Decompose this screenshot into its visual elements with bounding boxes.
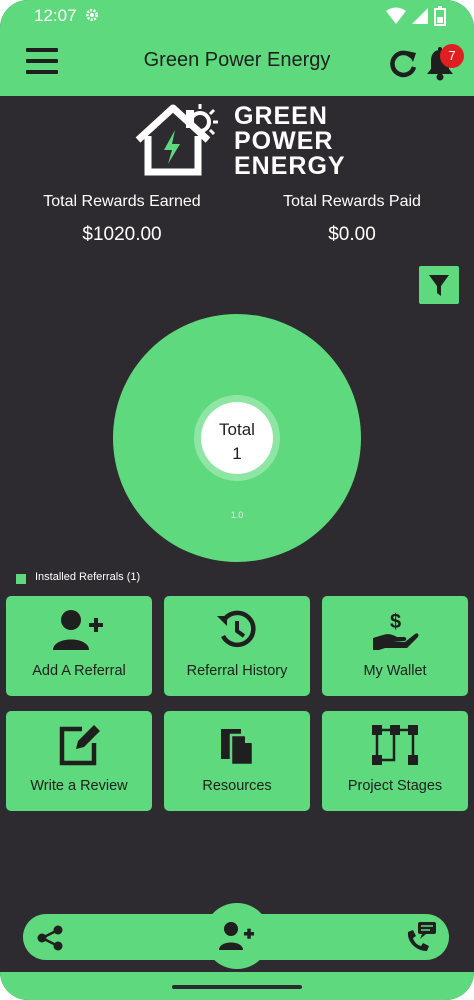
total-rewards-paid-label: Total Rewards Paid xyxy=(283,193,421,210)
tile-label: Project Stages xyxy=(347,778,443,794)
legend-label: Installed Referrals (1) xyxy=(35,571,141,583)
filter-icon xyxy=(429,275,449,296)
notification-badge: 7 xyxy=(440,44,464,68)
documents-icon xyxy=(221,729,255,767)
wifi-icon xyxy=(386,7,406,24)
status-icons xyxy=(386,6,446,26)
settings-gear-icon xyxy=(86,9,98,21)
total-rewards-earned-value: $1020.00 xyxy=(82,224,162,245)
add-user-icon xyxy=(219,922,254,950)
referral-history-tile[interactable]: Referral History xyxy=(164,596,310,696)
app-bar: Green Power Energy xyxy=(0,32,474,96)
add-referral-fab[interactable] xyxy=(204,903,270,969)
wallet-hand-icon: $ xyxy=(373,611,419,650)
tile-label: My Wallet xyxy=(363,663,427,679)
project-stages-tile[interactable]: Project Stages xyxy=(322,711,468,811)
share-icon[interactable] xyxy=(36,925,64,951)
history-icon xyxy=(217,610,256,648)
add-user-icon xyxy=(53,610,103,650)
status-bar: 12:07 xyxy=(0,0,474,32)
signal-icon xyxy=(412,8,428,24)
status-time: 12:07 xyxy=(34,6,77,25)
contact-support-icon[interactable] xyxy=(404,920,438,954)
logo-line-3: ENERGY xyxy=(234,152,346,180)
chart-slice-label: 1.0 xyxy=(230,510,244,520)
my-wallet-tile[interactable]: $ My Wallet xyxy=(322,596,468,696)
brand-logo-text: GREEN POWER ENERGY xyxy=(234,104,346,179)
tile-label: Add A Referral xyxy=(32,663,126,679)
add-referral-tile[interactable]: Add A Referral xyxy=(6,596,152,696)
battery-icon xyxy=(434,6,446,26)
home-gesture-pill[interactable] xyxy=(172,985,302,989)
refresh-icon[interactable] xyxy=(388,47,418,79)
write-review-tile[interactable]: Write a Review xyxy=(6,711,152,811)
tile-label: Referral History xyxy=(186,663,288,679)
logo-line-1: GREEN xyxy=(234,102,328,130)
project-stages-icon xyxy=(372,725,418,765)
tile-label: Resources xyxy=(202,778,272,794)
phone-screen: 12:07 Green Power Energy 7 GREEN POWER E… xyxy=(0,0,474,1000)
edit-icon xyxy=(59,725,100,766)
filter-button[interactable] xyxy=(419,266,459,304)
resources-tile[interactable]: Resources xyxy=(164,711,310,811)
chart-center-value: 1 xyxy=(232,444,242,463)
logo-line-2: POWER xyxy=(234,127,334,155)
total-rewards-earned-label: Total Rewards Earned xyxy=(43,193,201,210)
total-rewards-paid-value: $0.00 xyxy=(328,224,376,245)
chart-center-label: Total xyxy=(219,420,255,439)
svg-text:$: $ xyxy=(390,611,401,633)
tile-label: Write a Review xyxy=(30,778,128,794)
legend-swatch xyxy=(16,574,26,584)
